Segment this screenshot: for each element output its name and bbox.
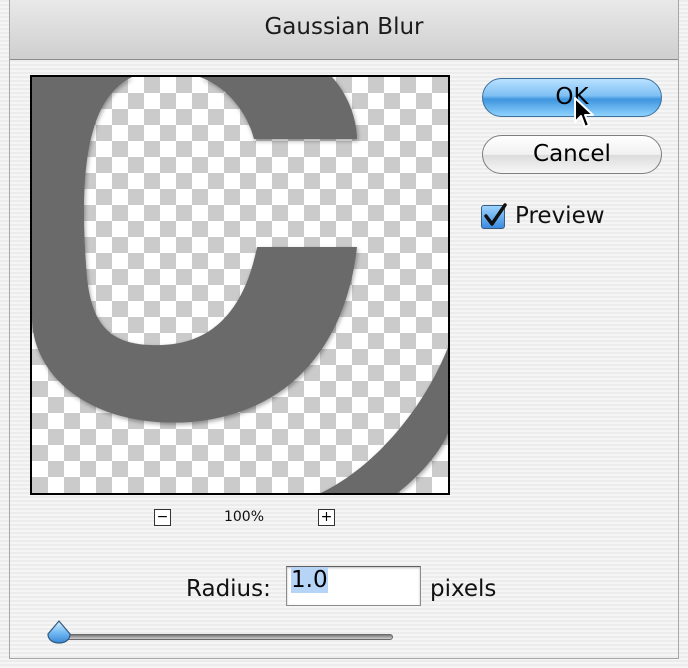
preview-label: Preview (515, 203, 605, 229)
radius-input[interactable]: 1.0 (286, 566, 421, 606)
cursor-arrow-icon (574, 97, 594, 128)
gaussian-blur-dialog: Gaussian Blur OK Cancel Preview − 100% +… (0, 0, 688, 668)
zoom-out-button[interactable]: − (154, 509, 171, 526)
zoom-in-button[interactable]: + (318, 509, 335, 526)
slider-thumb-icon[interactable] (46, 620, 72, 644)
radius-value: 1.0 (291, 567, 328, 593)
ok-button[interactable]: OK (482, 78, 662, 117)
dialog-title: Gaussian Blur (264, 14, 424, 40)
preview-glyph (32, 77, 448, 493)
cancel-button[interactable]: Cancel (482, 135, 662, 174)
radius-slider-track[interactable] (58, 634, 393, 640)
title-bar[interactable]: Gaussian Blur (9, 0, 679, 60)
preview-pane[interactable] (30, 75, 450, 495)
radius-label: Radius: (186, 576, 271, 602)
preview-checkbox[interactable] (481, 203, 507, 229)
zoom-level: 100% (223, 509, 265, 525)
radius-unit-label: pixels (430, 576, 497, 602)
checkmark-icon (484, 203, 507, 226)
